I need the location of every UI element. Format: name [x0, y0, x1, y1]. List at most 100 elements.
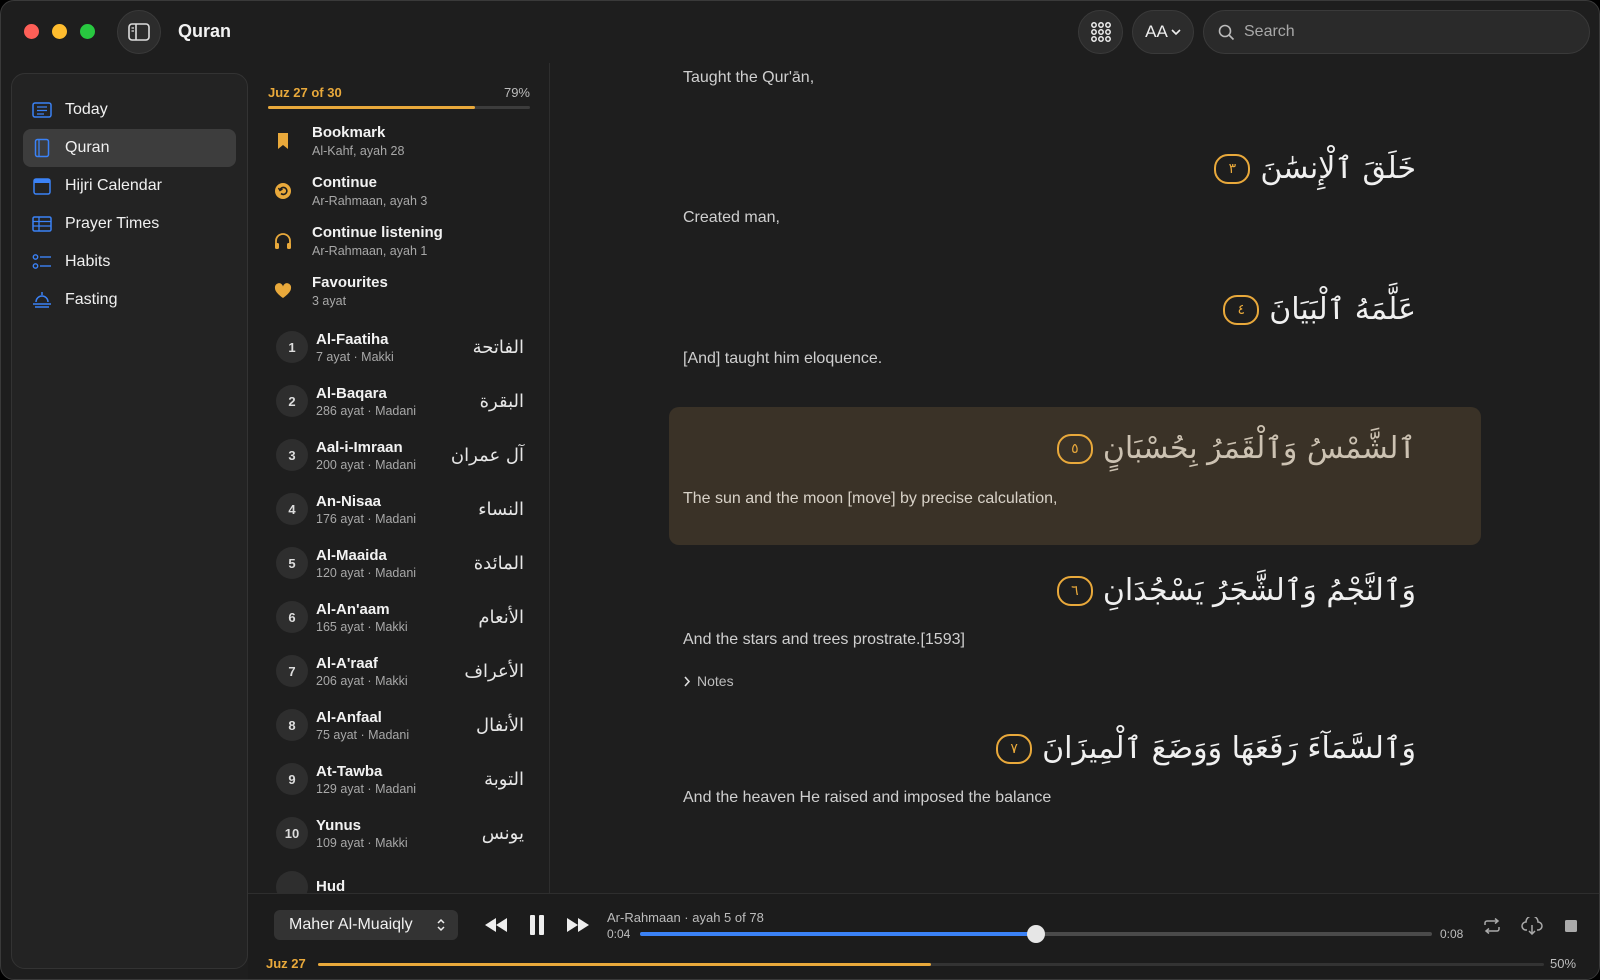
sidebar: Today Quran Hijri Calendar Prayer Times …: [11, 73, 248, 969]
surah-name: Al-Anfaal: [316, 708, 382, 726]
surah-number: 8: [276, 709, 308, 741]
sidebar-item-today[interactable]: Today: [23, 91, 236, 129]
surah-row[interactable]: 5 Al-Maaida 120 ayat · Madani المائدة: [268, 538, 530, 588]
surah-name: Al-A'raaf: [316, 654, 378, 672]
surah-meta: 206 ayat · Makki: [316, 673, 408, 688]
pause-icon: [530, 915, 544, 935]
reciter-select[interactable]: Maher Al-Muaiqly: [274, 910, 458, 940]
surah-row[interactable]: 8 Al-Anfaal 75 ayat · Madani الأنفال: [268, 700, 530, 750]
current-time: 0:04: [607, 927, 631, 941]
sidebar-item-label: Fasting: [65, 291, 118, 308]
surah-row[interactable]: 7 Al-A'raaf 206 ayat · Makki الأعراف: [268, 646, 530, 696]
quick-subtitle: Al-Kahf, ayah 28: [312, 144, 405, 158]
stop-button[interactable]: [1559, 914, 1583, 938]
surah-name: Al-Faatiha: [316, 330, 389, 348]
book-icon: [32, 138, 52, 158]
surah-arabic-name: آل عمران: [450, 444, 524, 466]
sidebar-toggle-button[interactable]: [117, 10, 161, 54]
surah-row[interactable]: 2 Al-Baqara 286 ayat · Madani البقرة: [268, 376, 530, 426]
font-size-button[interactable]: AA: [1132, 10, 1194, 54]
surah-row[interactable]: 4 An-Nisaa 176 ayat · Madani النساء: [268, 484, 530, 534]
zoom-window-button[interactable]: [80, 24, 95, 39]
repeat-button[interactable]: [1480, 914, 1504, 938]
sidebar-item-label: Quran: [65, 139, 110, 156]
surah-meta: 176 ayat · Madani: [316, 511, 417, 526]
quick-title: Favourites: [312, 274, 388, 291]
minimize-window-button[interactable]: [52, 24, 67, 39]
fast-forward-button[interactable]: [562, 910, 594, 940]
sidebar-item-label: Today: [65, 101, 108, 118]
ayah-arabic: ٱلشَّمْسُ وَٱلْقَمَرُ بِحُسْبَانٍ ٥: [1056, 431, 1416, 466]
continue-listening-item[interactable]: Continue listening Ar-Rahmaan, ayah 1: [268, 218, 530, 264]
search-field[interactable]: [1203, 10, 1590, 54]
quick-subtitle: Ar-Rahmaan, ayah 1: [312, 244, 428, 258]
continue-item[interactable]: Continue Ar-Rahmaan, ayah 3: [268, 168, 530, 214]
sidebar-item-quran[interactable]: Quran: [23, 129, 236, 167]
juz-bottom-progress-bar: [318, 963, 1544, 966]
now-playing-title: Ar-Rahmaan · ayah 5 of 78: [607, 910, 764, 925]
seek-handle[interactable]: [1027, 925, 1045, 943]
stop-icon: [1565, 920, 1577, 932]
calendar-icon: [32, 176, 52, 196]
favourites-item[interactable]: Favourites 3 ayat: [268, 268, 530, 314]
bookmark-item[interactable]: Bookmark Al-Kahf, ayah 28: [268, 118, 530, 164]
search-icon: [1218, 24, 1235, 40]
surah-row[interactable]: 3 Aal-i-Imraan 200 ayat · Madani آل عمران: [268, 430, 530, 480]
repeat-icon: [1484, 918, 1500, 934]
ayah-arabic: عَلَّمَهُ ٱلْبَيَانَ ٤: [1223, 292, 1416, 327]
surah-list-panel: Juz 27 of 30 79% Bookmark Al-Kahf, ayah 2…: [248, 63, 550, 893]
quick-title: Continue: [312, 174, 377, 191]
ayah-translation: [And] taught him eloquence.: [683, 350, 883, 367]
sidebar-item-fasting[interactable]: Fasting: [23, 281, 236, 319]
surah-arabic-name: البقرة: [479, 390, 524, 412]
ayah-number-icon: ٥: [1056, 433, 1093, 464]
seek-slider[interactable]: [640, 925, 1432, 943]
surah-row[interactable]: 1 Al-Faatiha 7 ayat · Makki الفاتحة: [268, 322, 530, 372]
ayah-number-icon: ٦: [1056, 575, 1093, 606]
list-icon: [32, 100, 52, 120]
juz-progress-bar: [268, 106, 530, 109]
notes-disclosure[interactable]: Notes: [683, 673, 734, 689]
surah-arabic-name: الأعراف: [464, 660, 524, 682]
bookmark-icon: [268, 132, 298, 150]
sidebar-item-hijri-calendar[interactable]: Hijri Calendar: [23, 167, 236, 205]
window-controls: [24, 24, 95, 39]
heart-icon: [268, 283, 298, 299]
pause-button[interactable]: [521, 910, 553, 940]
surah-name: An-Nisaa: [316, 492, 382, 510]
surah-row[interactable]: 10 Yunus 109 ayat · Makki يونس: [268, 808, 530, 858]
surah-meta: 200 ayat · Madani: [316, 457, 417, 472]
surah-row[interactable]: 6 Al-An'aam 165 ayat · Makki الأنعام: [268, 592, 530, 642]
sidebar-item-label: Prayer Times: [65, 215, 160, 232]
close-window-button[interactable]: [24, 24, 39, 39]
ayah-arabic-text: خَلَقَ ٱلْإِنسَٰنَ: [1260, 151, 1416, 186]
surah-number: 7: [276, 655, 308, 687]
updown-chevron-icon: [437, 918, 445, 932]
sidebar-item-habits[interactable]: Habits: [23, 243, 236, 281]
sidebar-item-prayer-times[interactable]: Prayer Times: [23, 205, 236, 243]
rewind-button[interactable]: [480, 910, 512, 940]
surah-row[interactable]: Hud: [268, 862, 530, 893]
surah-number: 6: [276, 601, 308, 633]
surah-name: At-Tawba: [316, 762, 383, 780]
download-button[interactable]: [1520, 914, 1544, 938]
surah-row[interactable]: 9 At-Tawba 129 ayat · Madani التوبة: [268, 754, 530, 804]
surah-arabic-name: النساء: [478, 498, 524, 520]
sidebar-item-label: Hijri Calendar: [65, 177, 162, 194]
juz-bottom-label: Juz 27: [266, 956, 306, 971]
sidebar-item-label: Habits: [65, 253, 111, 270]
grid-view-button[interactable]: [1078, 10, 1123, 54]
ayah-arabic: وَٱلسَّمَآءَ رَفَعَهَا وَوَضَعَ ٱلْمِيزَ…: [996, 731, 1416, 766]
quick-subtitle: Ar-Rahmaan, ayah 3: [312, 194, 428, 208]
search-input[interactable]: [1244, 23, 1564, 41]
chevron-down-icon: [1171, 29, 1181, 36]
quick-subtitle: 3 ayat: [312, 294, 347, 308]
juz-bottom-percent: 50%: [1550, 956, 1577, 971]
current-ayah-highlight[interactable]: [669, 407, 1481, 545]
surah-meta: 120 ayat · Madani: [316, 565, 417, 580]
ayah-number-icon: ٧: [996, 733, 1033, 764]
reader-content: Taught the Qur'ān, خَلَقَ ٱلْإِنسَٰنَ ٣ …: [550, 63, 1599, 893]
quick-title: Bookmark: [312, 124, 386, 141]
surah-meta: 129 ayat · Madani: [316, 781, 417, 796]
total-time: 0:08: [1440, 927, 1464, 941]
